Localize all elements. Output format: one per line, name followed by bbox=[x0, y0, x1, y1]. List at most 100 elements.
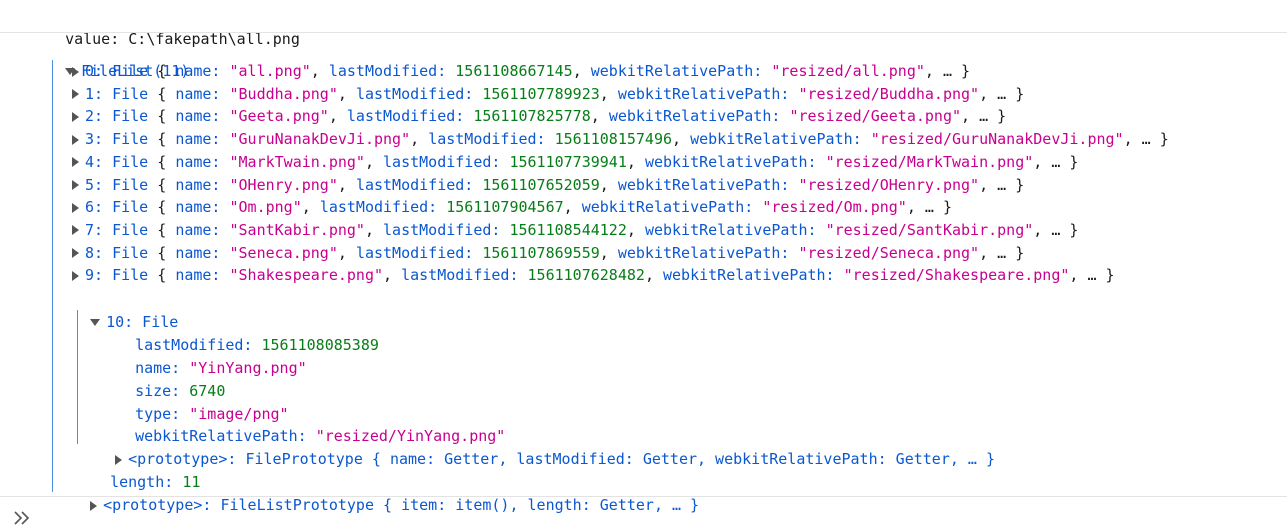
entry-index: 5 bbox=[85, 175, 95, 194]
expand-icon[interactable] bbox=[72, 134, 79, 145]
comma: , bbox=[410, 130, 420, 149]
ellipsis-close: , … } bbox=[906, 198, 952, 217]
file-entry-row[interactable]: 3: File { name: "GuruNanakDevJi.png", la… bbox=[72, 128, 1169, 151]
lastmodified-value: 1561107628482 bbox=[527, 266, 645, 285]
expand-icon[interactable] bbox=[72, 270, 79, 281]
index-colon: : bbox=[94, 107, 104, 126]
lastmodified-value: 1561108667145 bbox=[455, 62, 573, 80]
filelist-prototype-text: <prototype>: FileListPrototype { item: i… bbox=[103, 496, 700, 514]
filelist-prototype-row[interactable]: <prototype>: FileListPrototype { item: i… bbox=[72, 471, 699, 514]
entry-index: 2 bbox=[85, 107, 95, 126]
lastmodified-key: lastModified: bbox=[401, 266, 519, 285]
double-chevron-right-icon[interactable] bbox=[12, 508, 32, 528]
expand-icon[interactable] bbox=[72, 202, 79, 213]
name-key: name: bbox=[175, 243, 221, 262]
file-entry-row[interactable]: 1: File { name: "Buddha.png", lastModifi… bbox=[72, 83, 1024, 106]
lastmodified-key: lastModified: bbox=[383, 220, 501, 239]
comma: , bbox=[599, 243, 609, 262]
ellipsis-close: , … } bbox=[979, 84, 1025, 103]
expand-icon[interactable] bbox=[72, 225, 79, 236]
path-key: webkitRelativePath: bbox=[617, 84, 790, 103]
lastmodified-value: 1561107652059 bbox=[482, 175, 600, 194]
path-key: webkitRelativePath: bbox=[663, 266, 835, 285]
ellipsis-close: , … } bbox=[1069, 266, 1115, 285]
comma: , bbox=[364, 152, 374, 171]
filelist-header[interactable]: FileList(11) bbox=[47, 37, 189, 80]
entry-index: 9 bbox=[85, 266, 95, 285]
entry-index: 1 bbox=[85, 84, 95, 103]
ellipsis-close: , … } bbox=[979, 175, 1025, 194]
file-entry-row[interactable]: 4: File { name: "MarkTwain.png", lastMod… bbox=[72, 151, 1078, 174]
path-value: "resized/Om.png" bbox=[762, 198, 907, 217]
entry-index: 7 bbox=[85, 220, 95, 239]
index-colon: : bbox=[94, 152, 104, 171]
name-key: name: bbox=[175, 220, 221, 239]
lastmodified-value: 1561107739941 bbox=[509, 152, 627, 171]
index-colon: : bbox=[94, 198, 104, 217]
index-colon: : bbox=[94, 220, 104, 239]
comma: , bbox=[337, 84, 347, 103]
path-value: "resized/Buddha.png" bbox=[798, 84, 980, 103]
name-value: "Geeta.png" bbox=[229, 107, 329, 126]
comma: , bbox=[626, 220, 636, 239]
name-key: name: bbox=[175, 62, 221, 80]
lastmodified-key: lastModified: bbox=[355, 243, 474, 262]
entry-index: 3 bbox=[85, 130, 95, 149]
expand-icon[interactable] bbox=[72, 248, 79, 259]
file-entry-row[interactable]: 8: File { name: "Seneca.png", lastModifi… bbox=[72, 242, 1024, 265]
path-value: "resized/GuruNanakDevJi.png" bbox=[870, 130, 1124, 149]
path-value: "resized/SantKabir.png" bbox=[825, 220, 1034, 239]
expand-icon[interactable] bbox=[72, 111, 79, 122]
expand-icon[interactable] bbox=[72, 66, 79, 77]
path-key: webkitRelativePath: bbox=[581, 198, 754, 217]
name-value: "GuruNanakDevJi.png" bbox=[229, 130, 411, 149]
open-brace: { bbox=[157, 243, 167, 262]
collapse-icon[interactable] bbox=[90, 319, 101, 326]
name-key: name: bbox=[175, 130, 221, 149]
lastmodified-key: lastModified: bbox=[428, 130, 546, 149]
expand-icon[interactable] bbox=[90, 500, 98, 511]
ellipsis-close: , … } bbox=[1033, 152, 1079, 171]
file-entry-row[interactable]: 5: File { name: "OHenry.png", lastModifi… bbox=[72, 174, 1024, 197]
length-row: length: 11 bbox=[92, 448, 200, 491]
path-key: webkitRelativePath: bbox=[608, 107, 781, 126]
lastmodified-value: 1561107825778 bbox=[473, 107, 591, 126]
file-entry-row[interactable]: 9: File { name: "Shakespeare.png", lastM… bbox=[72, 264, 1115, 287]
name-value: "Om.png" bbox=[229, 198, 302, 217]
entry-type: File bbox=[112, 220, 149, 239]
name-key: name: bbox=[175, 84, 221, 103]
prop-size: size: 6740 bbox=[117, 357, 225, 400]
lastmodified-value: 1561107789923 bbox=[482, 84, 600, 103]
entry-type: File bbox=[112, 107, 149, 126]
comma: , bbox=[301, 198, 311, 217]
open-brace: { bbox=[157, 84, 167, 103]
comma: , bbox=[328, 107, 338, 126]
lastmodified-key: lastModified: bbox=[355, 175, 474, 194]
expand-icon[interactable] bbox=[72, 180, 79, 190]
comma: , bbox=[563, 198, 573, 217]
path-value: "resized/Shakespeare.png" bbox=[843, 266, 1070, 285]
comma: , bbox=[383, 266, 393, 285]
file-prototype-row[interactable]: <prototype>: FilePrototype { name: Gette… bbox=[97, 425, 995, 468]
expand-icon[interactable] bbox=[72, 89, 79, 100]
entry-type: File bbox=[112, 62, 149, 80]
index-colon: : bbox=[94, 130, 104, 149]
lastmodified-key: lastModified: bbox=[346, 107, 465, 126]
expand-icon[interactable] bbox=[72, 157, 79, 168]
file-entry-row[interactable]: 6: File { name: "Om.png", lastModified: … bbox=[72, 196, 952, 219]
entry-type: File bbox=[112, 152, 149, 171]
entry-type: File bbox=[112, 266, 149, 285]
file-entry-row[interactable]: 7: File { name: "SantKabir.png", lastMod… bbox=[72, 219, 1078, 242]
entry-type: File bbox=[112, 84, 149, 103]
file-entry-row[interactable]: 2: File { name: "Geeta.png", lastModifie… bbox=[72, 105, 1006, 128]
name-key: name: bbox=[175, 152, 221, 171]
lastmodified-value: 1561108544122 bbox=[509, 220, 627, 239]
name-value: "SantKabir.png" bbox=[229, 220, 365, 239]
entry-10-header[interactable]: 10: File bbox=[72, 288, 178, 331]
entry-index: 8 bbox=[85, 243, 95, 262]
file-entry-row[interactable]: 0: File { name: "all.png", lastModified:… bbox=[72, 60, 970, 83]
lastmodified-key: lastModified: bbox=[328, 62, 447, 80]
open-brace: { bbox=[157, 62, 167, 80]
path-key: webkitRelativePath: bbox=[644, 220, 817, 239]
lastmodified-value: 1561107904567 bbox=[446, 198, 564, 217]
